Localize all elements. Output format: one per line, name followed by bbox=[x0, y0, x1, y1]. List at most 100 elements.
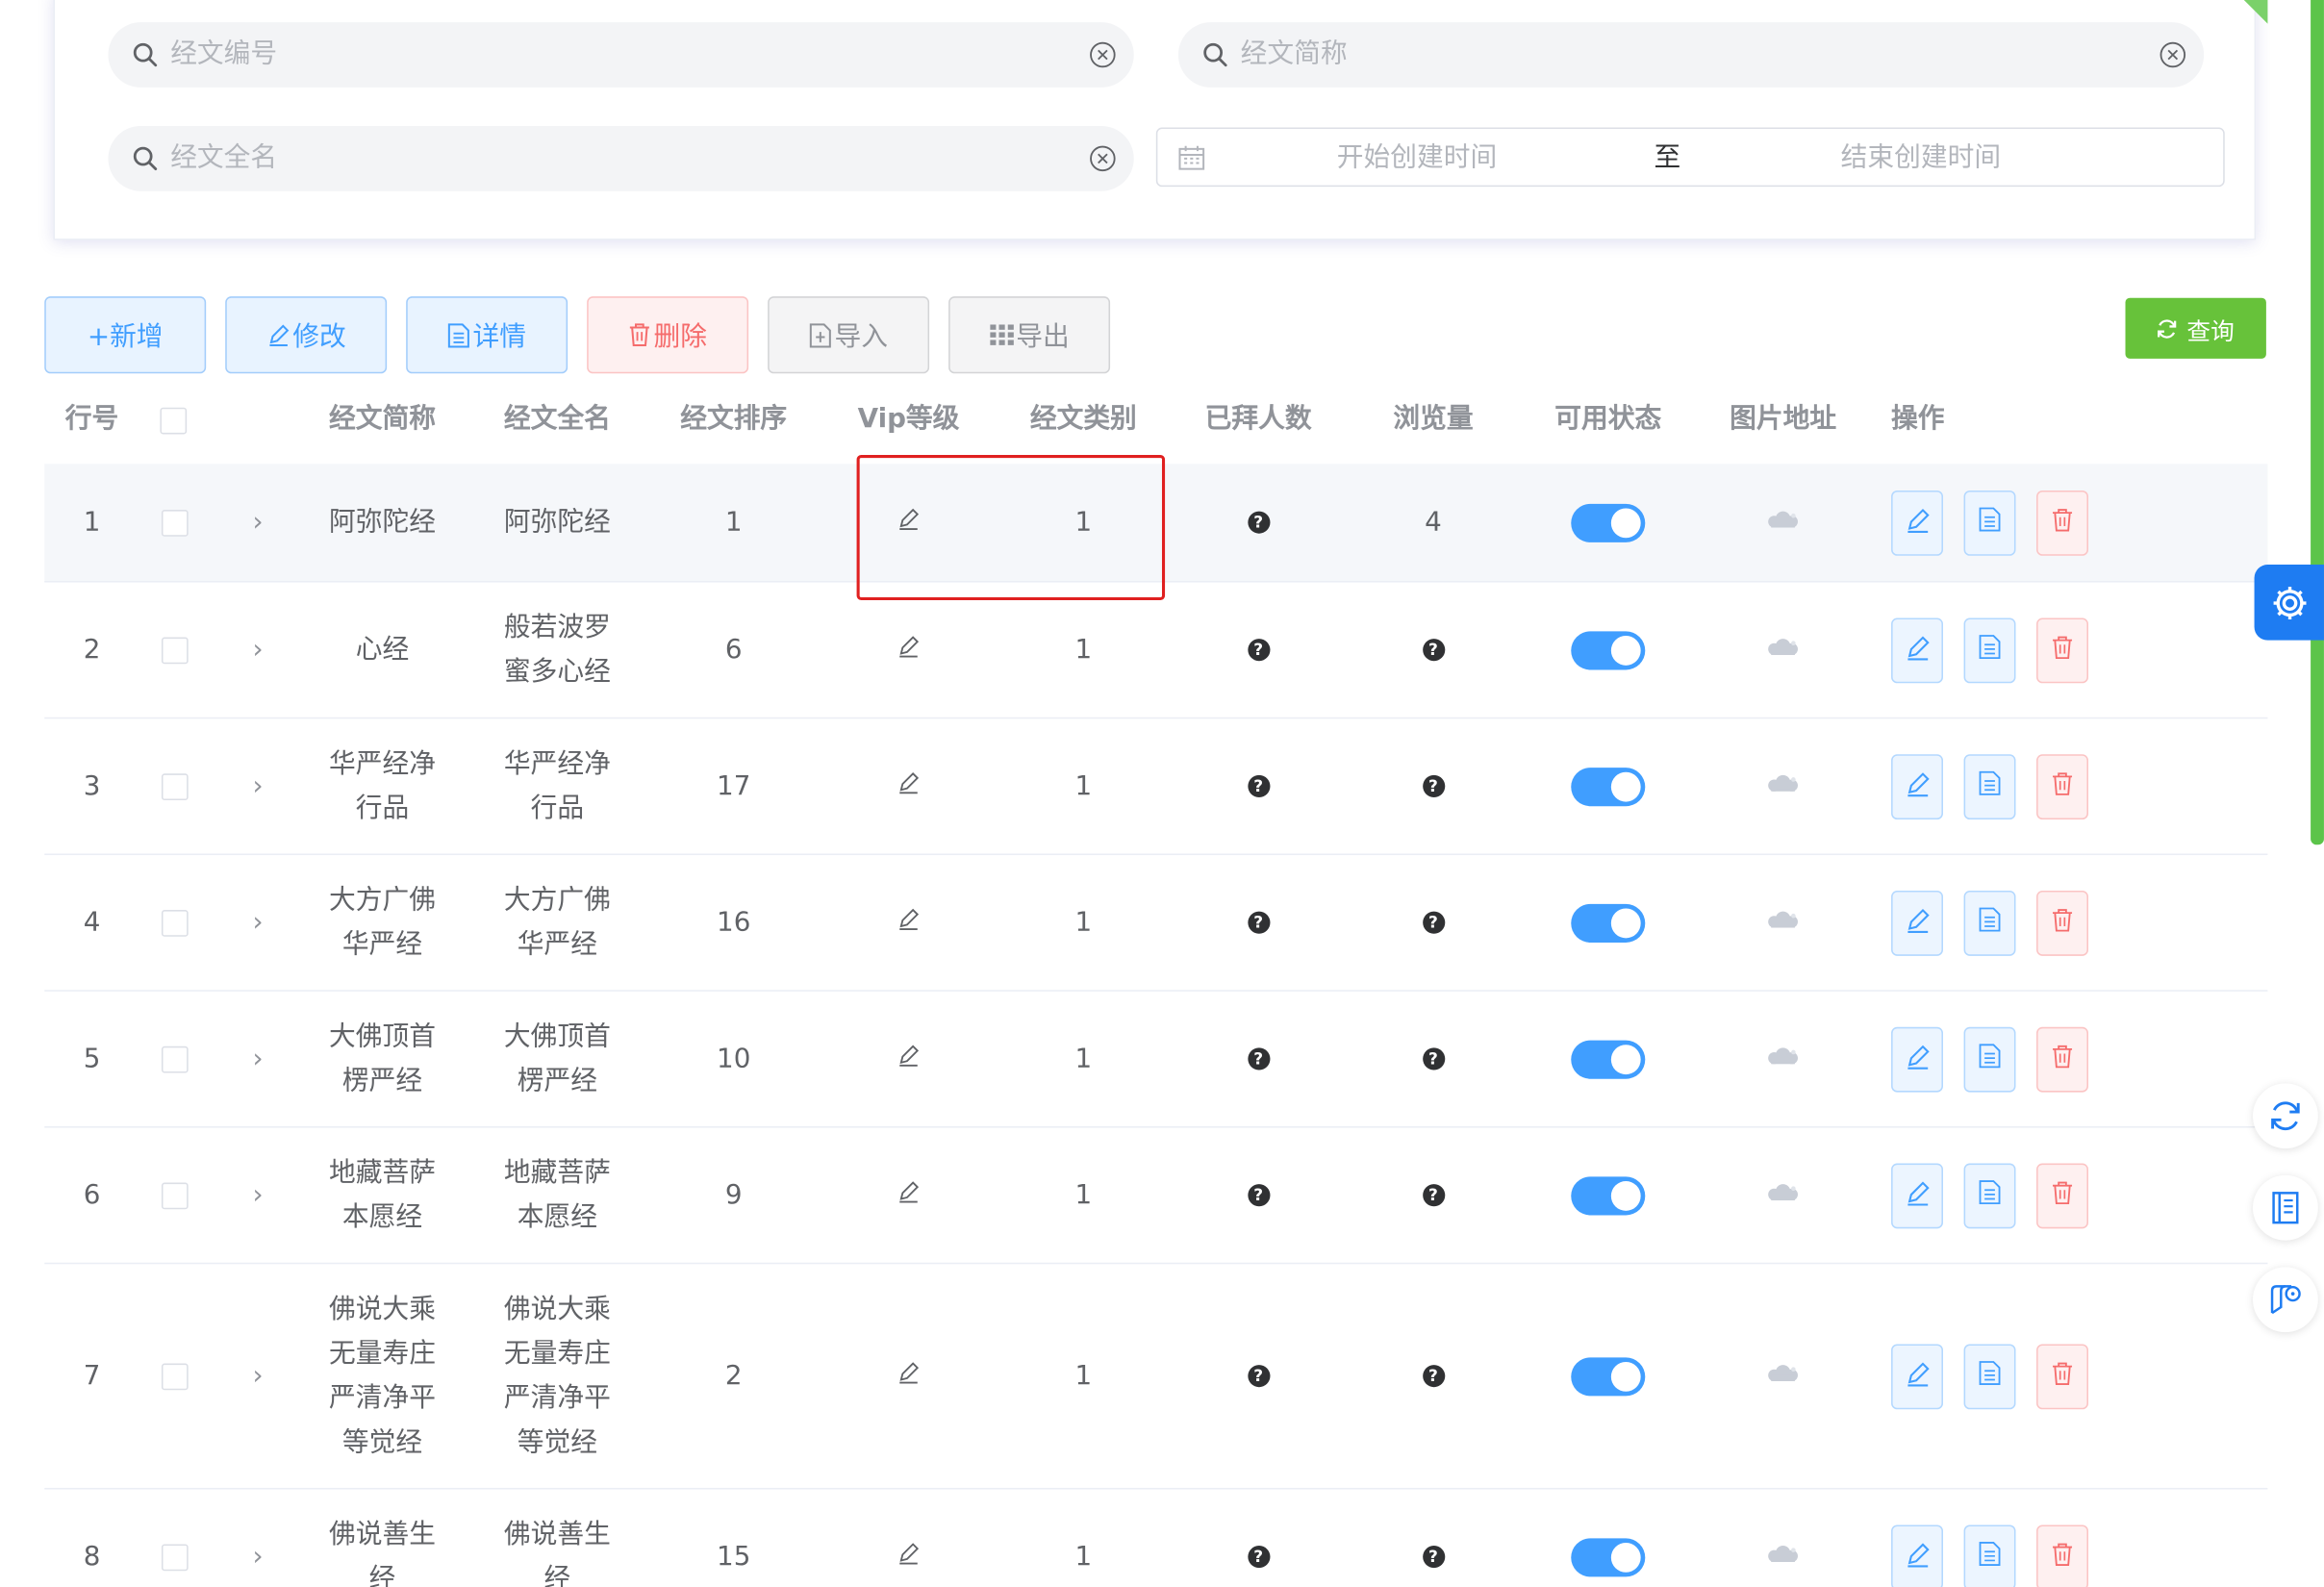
cell-image[interactable] bbox=[1709, 992, 1857, 1126]
status-toggle[interactable] bbox=[1571, 1175, 1646, 1215]
page-scrollbar[interactable] bbox=[2311, 0, 2324, 845]
vip-edit-icon[interactable] bbox=[897, 907, 921, 938]
row-delete-button[interactable] bbox=[2036, 891, 2088, 956]
row-detail-button[interactable] bbox=[1963, 1026, 2016, 1093]
cell-status[interactable] bbox=[1534, 1490, 1682, 1587]
status-toggle[interactable] bbox=[1571, 1537, 1646, 1576]
row-checkbox[interactable] bbox=[161, 772, 189, 800]
image-icon[interactable] bbox=[1764, 507, 1803, 538]
expand-chevron-icon[interactable]: › bbox=[253, 507, 264, 538]
edit-button[interactable]: 修改 bbox=[225, 296, 388, 374]
row-edit-button[interactable] bbox=[1891, 1524, 1943, 1587]
book-float-button[interactable] bbox=[2253, 1174, 2318, 1241]
row-checkbox[interactable] bbox=[161, 1362, 189, 1390]
expand-cell[interactable]: › bbox=[234, 1490, 281, 1587]
status-toggle[interactable] bbox=[1571, 503, 1646, 542]
cell-image[interactable] bbox=[1709, 464, 1857, 581]
row-detail-button[interactable] bbox=[1963, 617, 2016, 684]
table-row[interactable]: 5 › 大佛顶首 楞严经 大佛顶首 楞严经 10 1?? bbox=[44, 992, 2268, 1128]
expand-chevron-icon[interactable]: › bbox=[253, 1044, 264, 1074]
row-checkbox[interactable] bbox=[161, 636, 189, 664]
cell-vip[interactable] bbox=[834, 1264, 982, 1488]
row-checkbox[interactable] bbox=[161, 1181, 189, 1209]
add-button[interactable]: +新增 bbox=[44, 296, 207, 374]
table-row[interactable]: 8 › 佛说善生 经佛说善生 经 15 1?? bbox=[44, 1490, 2267, 1587]
sutra-short-name-input[interactable]: 经文简称 bbox=[1177, 22, 2205, 88]
row-delete-button[interactable] bbox=[2036, 1524, 2088, 1587]
row-delete-button[interactable] bbox=[2036, 1163, 2088, 1229]
expand-cell[interactable]: › bbox=[234, 583, 281, 718]
image-icon[interactable] bbox=[1764, 907, 1803, 938]
cell-image[interactable] bbox=[1709, 1264, 1857, 1488]
cell-status[interactable] bbox=[1534, 1128, 1682, 1263]
image-icon[interactable] bbox=[1764, 1541, 1803, 1572]
clear-icon[interactable] bbox=[1089, 41, 1116, 68]
settings-tab[interactable] bbox=[2254, 565, 2324, 641]
bookmark-float-button[interactable] bbox=[2253, 1267, 2318, 1333]
cell-status[interactable] bbox=[1534, 464, 1682, 581]
cell-vip[interactable] bbox=[834, 718, 982, 853]
cell-vip[interactable] bbox=[834, 992, 982, 1126]
status-toggle[interactable] bbox=[1571, 630, 1646, 669]
vip-edit-icon[interactable] bbox=[897, 770, 921, 801]
row-delete-button[interactable] bbox=[2036, 1344, 2088, 1410]
select-all-checkbox[interactable] bbox=[160, 407, 188, 435]
cell-vip[interactable] bbox=[834, 583, 982, 718]
row-checkbox-cell[interactable] bbox=[160, 855, 189, 990]
table-row[interactable]: 4 › 大方广佛 华严经 大方广佛 华严经 16 1?? bbox=[44, 855, 2268, 992]
row-checkbox-cell[interactable] bbox=[160, 1128, 189, 1263]
row-checkbox[interactable] bbox=[161, 1543, 189, 1571]
status-toggle[interactable] bbox=[1571, 1039, 1646, 1078]
expand-chevron-icon[interactable]: › bbox=[253, 1179, 264, 1210]
row-checkbox-cell[interactable] bbox=[160, 992, 189, 1126]
image-icon[interactable] bbox=[1764, 1360, 1803, 1391]
row-edit-button[interactable] bbox=[1891, 891, 1943, 956]
expand-cell[interactable]: › bbox=[234, 464, 281, 581]
vip-edit-icon[interactable] bbox=[897, 634, 921, 665]
cell-status[interactable] bbox=[1534, 718, 1682, 853]
sutra-code-input[interactable]: 经文编号 bbox=[108, 22, 1134, 88]
expand-chevron-icon[interactable]: › bbox=[253, 1360, 264, 1391]
clear-icon[interactable] bbox=[1089, 145, 1116, 172]
vip-edit-icon[interactable] bbox=[897, 1541, 921, 1572]
table-row[interactable]: 6 › 地藏菩萨 本愿经 地藏菩萨 本愿经 9 1?? bbox=[44, 1128, 2268, 1265]
status-toggle[interactable] bbox=[1571, 767, 1646, 806]
row-checkbox-cell[interactable] bbox=[160, 1490, 189, 1587]
row-checkbox-cell[interactable] bbox=[160, 583, 189, 718]
image-icon[interactable] bbox=[1764, 1179, 1803, 1210]
clear-icon[interactable] bbox=[2160, 41, 2186, 68]
row-edit-button[interactable] bbox=[1891, 1163, 1943, 1229]
status-toggle[interactable] bbox=[1571, 903, 1646, 943]
cell-image[interactable] bbox=[1709, 718, 1857, 853]
expand-chevron-icon[interactable]: › bbox=[253, 907, 264, 938]
delete-button[interactable]: 删除 bbox=[587, 296, 749, 374]
image-icon[interactable] bbox=[1764, 1044, 1803, 1074]
row-checkbox-cell[interactable] bbox=[160, 464, 189, 581]
vip-edit-icon[interactable] bbox=[897, 1360, 921, 1391]
row-checkbox[interactable] bbox=[161, 909, 189, 937]
vip-edit-icon[interactable] bbox=[897, 1179, 921, 1210]
cell-vip[interactable] bbox=[834, 1490, 982, 1587]
row-delete-button[interactable] bbox=[2036, 1026, 2088, 1093]
row-edit-button[interactable] bbox=[1891, 1026, 1943, 1093]
expand-chevron-icon[interactable]: › bbox=[253, 1541, 264, 1572]
expand-cell[interactable]: › bbox=[234, 992, 281, 1126]
image-icon[interactable] bbox=[1764, 634, 1803, 665]
detail-button[interactable]: 详情 bbox=[406, 296, 568, 374]
row-edit-button[interactable] bbox=[1891, 617, 1943, 684]
vip-edit-icon[interactable] bbox=[897, 1044, 921, 1074]
row-detail-button[interactable] bbox=[1963, 1163, 2016, 1229]
row-delete-button[interactable] bbox=[2036, 491, 2088, 556]
cell-vip[interactable] bbox=[834, 855, 982, 990]
row-edit-button[interactable] bbox=[1891, 491, 1943, 556]
row-checkbox[interactable] bbox=[161, 1045, 189, 1072]
row-delete-button[interactable] bbox=[2036, 754, 2088, 820]
row-detail-button[interactable] bbox=[1963, 1524, 2016, 1587]
expand-chevron-icon[interactable]: › bbox=[253, 770, 264, 801]
row-edit-button[interactable] bbox=[1891, 754, 1943, 820]
table-row[interactable]: 2 › 心经 般若波罗 蜜多心经 6 1?? bbox=[44, 583, 2268, 719]
date-start-placeholder[interactable]: 开始创建时间 bbox=[1335, 129, 1498, 189]
cell-image[interactable] bbox=[1709, 1490, 1857, 1587]
status-toggle[interactable] bbox=[1571, 1356, 1646, 1396]
row-checkbox-cell[interactable] bbox=[160, 1264, 189, 1488]
